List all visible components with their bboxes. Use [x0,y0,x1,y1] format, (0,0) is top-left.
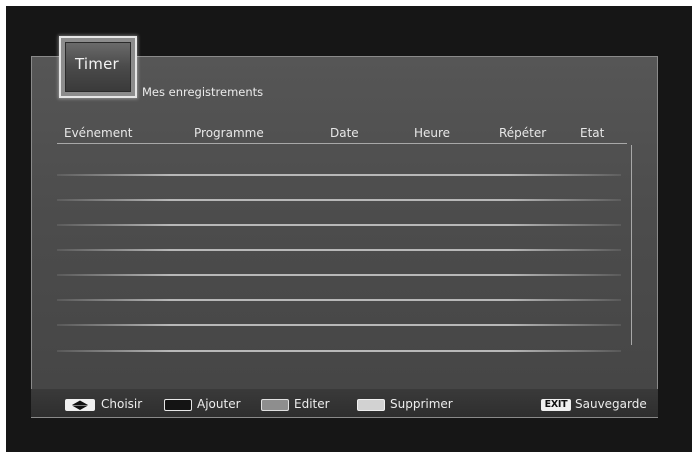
column-header-programme: Programme [194,126,264,140]
timer-tab-title: Timer [75,55,119,73]
exit-key-icon[interactable]: EXIT [541,399,571,411]
table-row[interactable] [57,324,621,326]
delete-button[interactable]: Supprimer [390,397,453,411]
column-header-repeat: Répéter [499,126,547,140]
page-subtitle: Mes enregistrements [142,85,264,99]
column-header-status: Etat [580,126,605,140]
column-header-date: Date [330,126,359,140]
black-key-icon[interactable] [164,399,192,411]
table-row[interactable] [57,249,621,251]
up-down-arrows-icon [65,399,95,411]
choose-label: Choisir [101,397,143,411]
list-scrollbar[interactable] [631,145,632,345]
header-divider [57,143,627,144]
table-row[interactable] [57,274,621,276]
table-row[interactable] [57,350,621,352]
save-button[interactable]: Sauvegarde [575,397,647,411]
table-row[interactable] [57,299,621,301]
timer-tab[interactable]: Timer [59,36,137,98]
table-row[interactable] [57,224,621,226]
light-key-icon[interactable] [357,399,385,411]
timer-panel [31,56,658,418]
edit-button[interactable]: Editer [294,397,330,411]
table-row[interactable] [57,174,621,176]
column-header-time: Heure [414,126,451,140]
gray-key-icon[interactable] [261,399,289,411]
add-button[interactable]: Ajouter [197,397,241,411]
table-row[interactable] [57,199,621,201]
column-header-event: Evénement [64,126,133,140]
